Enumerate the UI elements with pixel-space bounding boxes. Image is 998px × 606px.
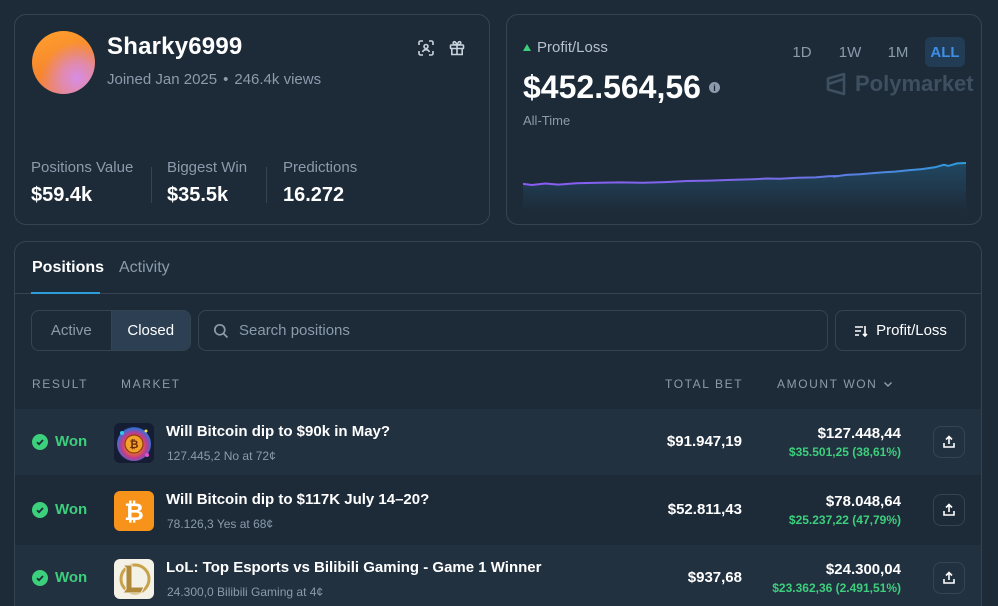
profit-gain: $23.362,36 (2.491,51%): [772, 581, 901, 595]
views-count: 246.4k views: [234, 71, 322, 88]
column-total-bet[interactable]: TOTAL BET: [665, 377, 743, 391]
gift-icon[interactable]: [446, 37, 468, 59]
tab-activity[interactable]: Activity: [119, 259, 170, 277]
svg-text:₿: ₿: [124, 498, 144, 526]
amount-won: $24.300,04: [825, 561, 901, 578]
polymarket-brand: Polymarket: [825, 71, 974, 97]
check-circle-icon: [32, 433, 48, 450]
polymarket-logo-icon: [826, 72, 846, 96]
league-of-legends-icon: [114, 559, 154, 599]
stat-positions-value: Positions Value $59.4k: [31, 159, 133, 207]
column-market: MARKET: [121, 377, 181, 391]
pnl-header: Profit/Loss: [523, 39, 608, 56]
tab-divider: [15, 293, 981, 294]
share-button[interactable]: [933, 562, 965, 594]
sort-button[interactable]: Profit/Loss: [835, 310, 966, 351]
pnl-value-row: $452.564,56 i: [523, 69, 720, 106]
stat-divider: [151, 167, 152, 203]
status-filter: Active Closed: [31, 310, 191, 351]
table-row[interactable]: Won ₿ Will Bitcoin dip to $90k in May? 1…: [15, 409, 981, 475]
stat-divider: [266, 167, 267, 203]
share-icon: [943, 571, 955, 584]
profit-gain: $35.501,25 (38,61%): [788, 445, 901, 459]
amount-won: $127.448,44: [817, 425, 901, 442]
tab-positions[interactable]: Positions: [32, 259, 104, 277]
column-result: RESULT: [32, 377, 89, 391]
result-badge: Won: [32, 433, 87, 450]
filter-active-button[interactable]: Active: [32, 311, 111, 350]
timeframe-1d[interactable]: 1D: [784, 37, 820, 67]
amount-won: $78.048,64: [825, 493, 901, 510]
username: Sharky6999: [107, 33, 243, 60]
stat-biggest-win: Biggest Win $35.5k: [167, 159, 247, 207]
avatar[interactable]: [32, 31, 95, 94]
active-tab-indicator: [31, 292, 100, 294]
pnl-chart: [523, 162, 966, 211]
timeframe-all[interactable]: ALL: [925, 37, 965, 67]
chevron-down-icon: [884, 381, 893, 388]
pnl-period: All-Time: [523, 113, 571, 128]
stat-predictions: Predictions 16.272: [283, 159, 357, 207]
share-button[interactable]: [933, 494, 965, 526]
share-icon: [943, 435, 955, 448]
market-title[interactable]: Will Bitcoin dip to $117K July 14–20?: [166, 491, 429, 508]
positions-card: Positions Activity Active Closed Profit/…: [14, 241, 982, 606]
profit-loss-card: Profit/Loss $452.564,56 i All-Time 1D 1W…: [506, 14, 982, 225]
result-badge: Won: [32, 569, 87, 586]
market-position: 24.300,0 Bilibili Gaming at 4¢: [167, 585, 324, 599]
filter-closed-button[interactable]: Closed: [110, 311, 190, 350]
market-title[interactable]: LoL: Top Esports vs Bilibili Gaming - Ga…: [166, 559, 541, 576]
meta-separator: •: [223, 71, 229, 88]
info-icon[interactable]: i: [708, 82, 720, 93]
stat-label: Biggest Win: [167, 159, 248, 176]
column-amount-won[interactable]: AMOUNT WON: [777, 377, 893, 391]
profile-card: Sharky6999 Joined Jan 2025 • 246.4k views …: [14, 14, 490, 225]
profile-meta: Joined Jan 2025 • 246.4k views: [107, 71, 321, 88]
profit-gain: $25.237,22 (47,79%): [788, 513, 901, 527]
search-input[interactable]: [239, 322, 799, 339]
result-label: Won: [55, 433, 88, 450]
column-amount-won-label: AMOUNT WON: [777, 377, 878, 391]
total-bet: $937,68: [687, 569, 742, 586]
timeframe-1m[interactable]: 1M: [879, 37, 917, 67]
brand-name: Polymarket: [855, 71, 974, 96]
result-label: Won: [55, 501, 88, 518]
search-box[interactable]: [198, 310, 828, 351]
total-bet: $52.811,43: [667, 501, 742, 518]
pnl-label: Profit/Loss: [537, 39, 608, 56]
timeframe-1w[interactable]: 1W: [831, 37, 869, 67]
stat-value: $59.4k: [31, 184, 93, 206]
table-row[interactable]: Won LoL: Top Esports vs Bilibili Gaming …: [15, 545, 981, 606]
joined-date: Joined Jan 2025: [107, 71, 218, 88]
search-icon: [213, 323, 229, 338]
market-title[interactable]: Will Bitcoin dip to $90k in May?: [166, 423, 390, 440]
trend-up-icon: [523, 44, 531, 51]
stat-value: $35.5k: [167, 184, 229, 206]
stat-label: Predictions: [283, 159, 358, 176]
check-circle-icon: [32, 501, 48, 518]
pnl-value: $452.564,56: [523, 69, 701, 105]
share-button[interactable]: [933, 426, 965, 458]
sort-icon: [855, 325, 868, 337]
stat-label: Positions Value: [31, 159, 134, 176]
market-position: 78.126,3 Yes at 68¢: [167, 517, 274, 531]
stat-value: 16.272: [283, 184, 345, 206]
sort-label: Profit/Loss: [876, 322, 947, 339]
total-bet: $91.947,19: [666, 433, 742, 450]
share-icon: [943, 503, 955, 516]
result-label: Won: [55, 569, 88, 586]
svg-text:₿: ₿: [130, 438, 139, 451]
market-position: 127.445,2 No at 72¢: [167, 449, 276, 463]
table-row[interactable]: Won ₿ Will Bitcoin dip to $117K July 14–…: [15, 477, 981, 543]
bitcoin-logo-icon: ₿: [114, 491, 154, 531]
scan-icon[interactable]: [415, 37, 437, 59]
result-badge: Won: [32, 501, 87, 518]
check-circle-icon: [32, 569, 48, 586]
bitcoin-art-icon: ₿: [114, 423, 154, 463]
